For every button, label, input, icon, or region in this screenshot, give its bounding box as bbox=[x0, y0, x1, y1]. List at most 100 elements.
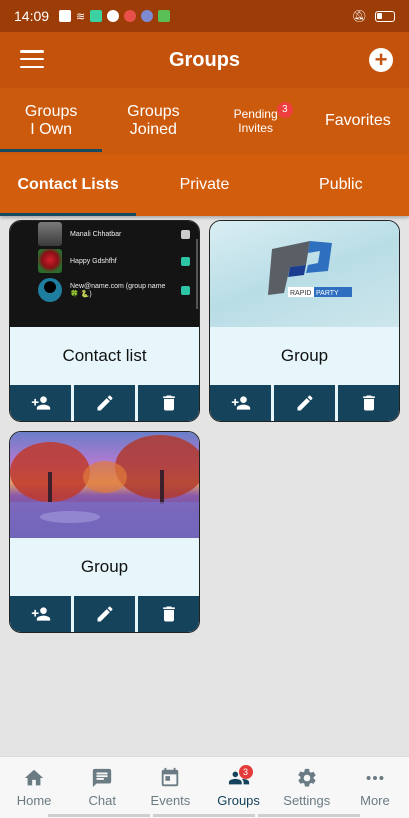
message-icon bbox=[59, 10, 72, 22]
card-actions bbox=[10, 385, 199, 421]
tab-label: Groups bbox=[24, 103, 78, 120]
avatar bbox=[38, 278, 62, 302]
card-actions bbox=[210, 385, 399, 421]
preview-contact-sub: 🍀 🐍) bbox=[70, 290, 92, 298]
mail-icon bbox=[107, 10, 120, 22]
checkbox-icon bbox=[181, 229, 190, 239]
preview-contact-name: Happy Gdshfhf bbox=[70, 257, 117, 265]
pencil-icon bbox=[97, 606, 112, 622]
edit-button[interactable] bbox=[74, 596, 135, 632]
nav-events[interactable]: Events bbox=[136, 757, 204, 818]
tab-label: Joined bbox=[129, 121, 177, 138]
add-person-icon bbox=[231, 396, 250, 410]
status-time: 14:09 bbox=[14, 8, 50, 24]
tab-label: I Own bbox=[30, 121, 73, 138]
preview-contact-row: New@name.com (group name 🍀 🐍) bbox=[38, 276, 198, 304]
tab-groups-i-own[interactable]: Groups I Own bbox=[0, 88, 103, 154]
menu-icon[interactable] bbox=[20, 50, 44, 68]
nav-chat[interactable]: Chat bbox=[68, 757, 136, 818]
tab-label: Favorites bbox=[324, 112, 391, 129]
trash-icon bbox=[162, 606, 175, 622]
landscape-scene bbox=[10, 435, 199, 538]
add-group-button[interactable]: + bbox=[369, 48, 393, 72]
pencil-icon bbox=[297, 395, 312, 411]
nav-label: Home bbox=[16, 793, 52, 808]
group-card-rapid-party[interactable]: RAPID PARTY Group bbox=[209, 220, 400, 422]
edit-button[interactable] bbox=[74, 385, 135, 421]
app-icon bbox=[141, 10, 154, 22]
add-person-icon bbox=[31, 607, 50, 621]
gear-icon bbox=[298, 768, 316, 787]
pencil-icon bbox=[97, 395, 112, 411]
checkbox-icon bbox=[181, 285, 190, 295]
battery-icon bbox=[375, 10, 395, 22]
pending-count-badge: 3 bbox=[276, 102, 293, 118]
tab-private[interactable]: Private bbox=[136, 154, 272, 216]
preview-contact-name: New@name.com (group name bbox=[70, 282, 166, 290]
add-person-icon bbox=[31, 396, 50, 410]
delete-button[interactable] bbox=[138, 385, 199, 421]
preview-contact-row: Manali Chhatbar bbox=[38, 221, 198, 247]
home-icon bbox=[24, 769, 44, 786]
chat-icon bbox=[93, 768, 112, 788]
add-member-button[interactable] bbox=[210, 385, 271, 421]
svg-text:RAPID: RAPID bbox=[290, 290, 311, 297]
checkbox-icon bbox=[181, 256, 190, 266]
autumn-lake-landscape-image bbox=[10, 432, 199, 538]
rapid-party-logo-icon: RAPID PARTY bbox=[268, 241, 352, 297]
avatar bbox=[38, 249, 62, 273]
tab-label: Pending bbox=[233, 107, 278, 121]
card-title: Contact list bbox=[62, 346, 147, 365]
tab-contact-lists[interactable]: Contact Lists bbox=[0, 154, 137, 216]
calendar-icon bbox=[162, 767, 179, 787]
status-notification-icons: ≋ bbox=[59, 10, 171, 23]
sub-tabs: Contact Lists Private Public bbox=[0, 154, 409, 216]
trash-icon bbox=[162, 395, 175, 411]
svg-text:PARTY: PARTY bbox=[316, 290, 339, 297]
rapid-party-logo-image: RAPID PARTY bbox=[210, 221, 399, 327]
contact-list-preview: Manali Chhatbar Happy Gdshfhf New@name.c… bbox=[10, 221, 199, 327]
group-card-contact-list[interactable]: Manali Chhatbar Happy Gdshfhf New@name.c… bbox=[9, 220, 200, 422]
nav-more[interactable]: More bbox=[341, 757, 409, 818]
wifi-icon: ≋ bbox=[76, 10, 86, 23]
preview-contact-name: Manali Chhatbar bbox=[70, 230, 122, 238]
trash-icon bbox=[362, 395, 375, 411]
add-member-button[interactable] bbox=[10, 596, 71, 632]
bottom-nav: Home Chat Events 3 Groups Settings More bbox=[0, 756, 409, 818]
nav-groups[interactable]: 3 Groups bbox=[205, 757, 273, 818]
nav-settings[interactable]: Settings bbox=[273, 757, 341, 818]
card-actions bbox=[10, 596, 199, 632]
app-bar: Groups + bbox=[0, 32, 409, 88]
app-icon bbox=[158, 10, 171, 22]
page-title: Groups bbox=[168, 48, 241, 71]
nav-home[interactable]: Home bbox=[0, 757, 68, 818]
avatar bbox=[38, 222, 62, 246]
delete-button[interactable] bbox=[338, 385, 399, 421]
edit-button[interactable] bbox=[274, 385, 335, 421]
status-bar: 14:09 ≋ 🔕︎ bbox=[0, 0, 409, 32]
tab-label: Invites bbox=[238, 121, 273, 135]
tab-pending-invites[interactable]: Pending Invites 3 bbox=[205, 88, 307, 154]
delete-button[interactable] bbox=[138, 596, 199, 632]
mute-icon: 🔕︎ bbox=[351, 9, 367, 23]
nav-label: Groups bbox=[217, 793, 260, 808]
app-icon bbox=[124, 10, 137, 22]
tab-public[interactable]: Public bbox=[273, 154, 409, 216]
add-member-button[interactable] bbox=[10, 385, 71, 421]
preview-scrollbar bbox=[196, 239, 198, 309]
app-icon bbox=[90, 10, 103, 22]
tab-favorites[interactable]: Favorites bbox=[307, 88, 409, 154]
preview-contact-row: Happy Gdshfhf bbox=[38, 248, 198, 274]
card-title: Group bbox=[80, 557, 129, 576]
nav-label: More bbox=[360, 793, 390, 808]
groups-badge: 3 bbox=[238, 765, 253, 779]
group-card-landscape[interactable]: Group bbox=[9, 431, 200, 633]
card-title: Group bbox=[280, 346, 329, 365]
more-icon bbox=[366, 775, 384, 781]
nav-label: Chat bbox=[88, 793, 116, 808]
main-tabs: Groups I Own Groups Joined Pending Invit… bbox=[0, 88, 409, 154]
tab-label: Groups bbox=[127, 103, 180, 120]
tab-groups-joined[interactable]: Groups Joined bbox=[102, 88, 204, 154]
status-right-icons: 🔕︎ bbox=[352, 9, 395, 23]
nav-label: Events bbox=[150, 793, 191, 808]
